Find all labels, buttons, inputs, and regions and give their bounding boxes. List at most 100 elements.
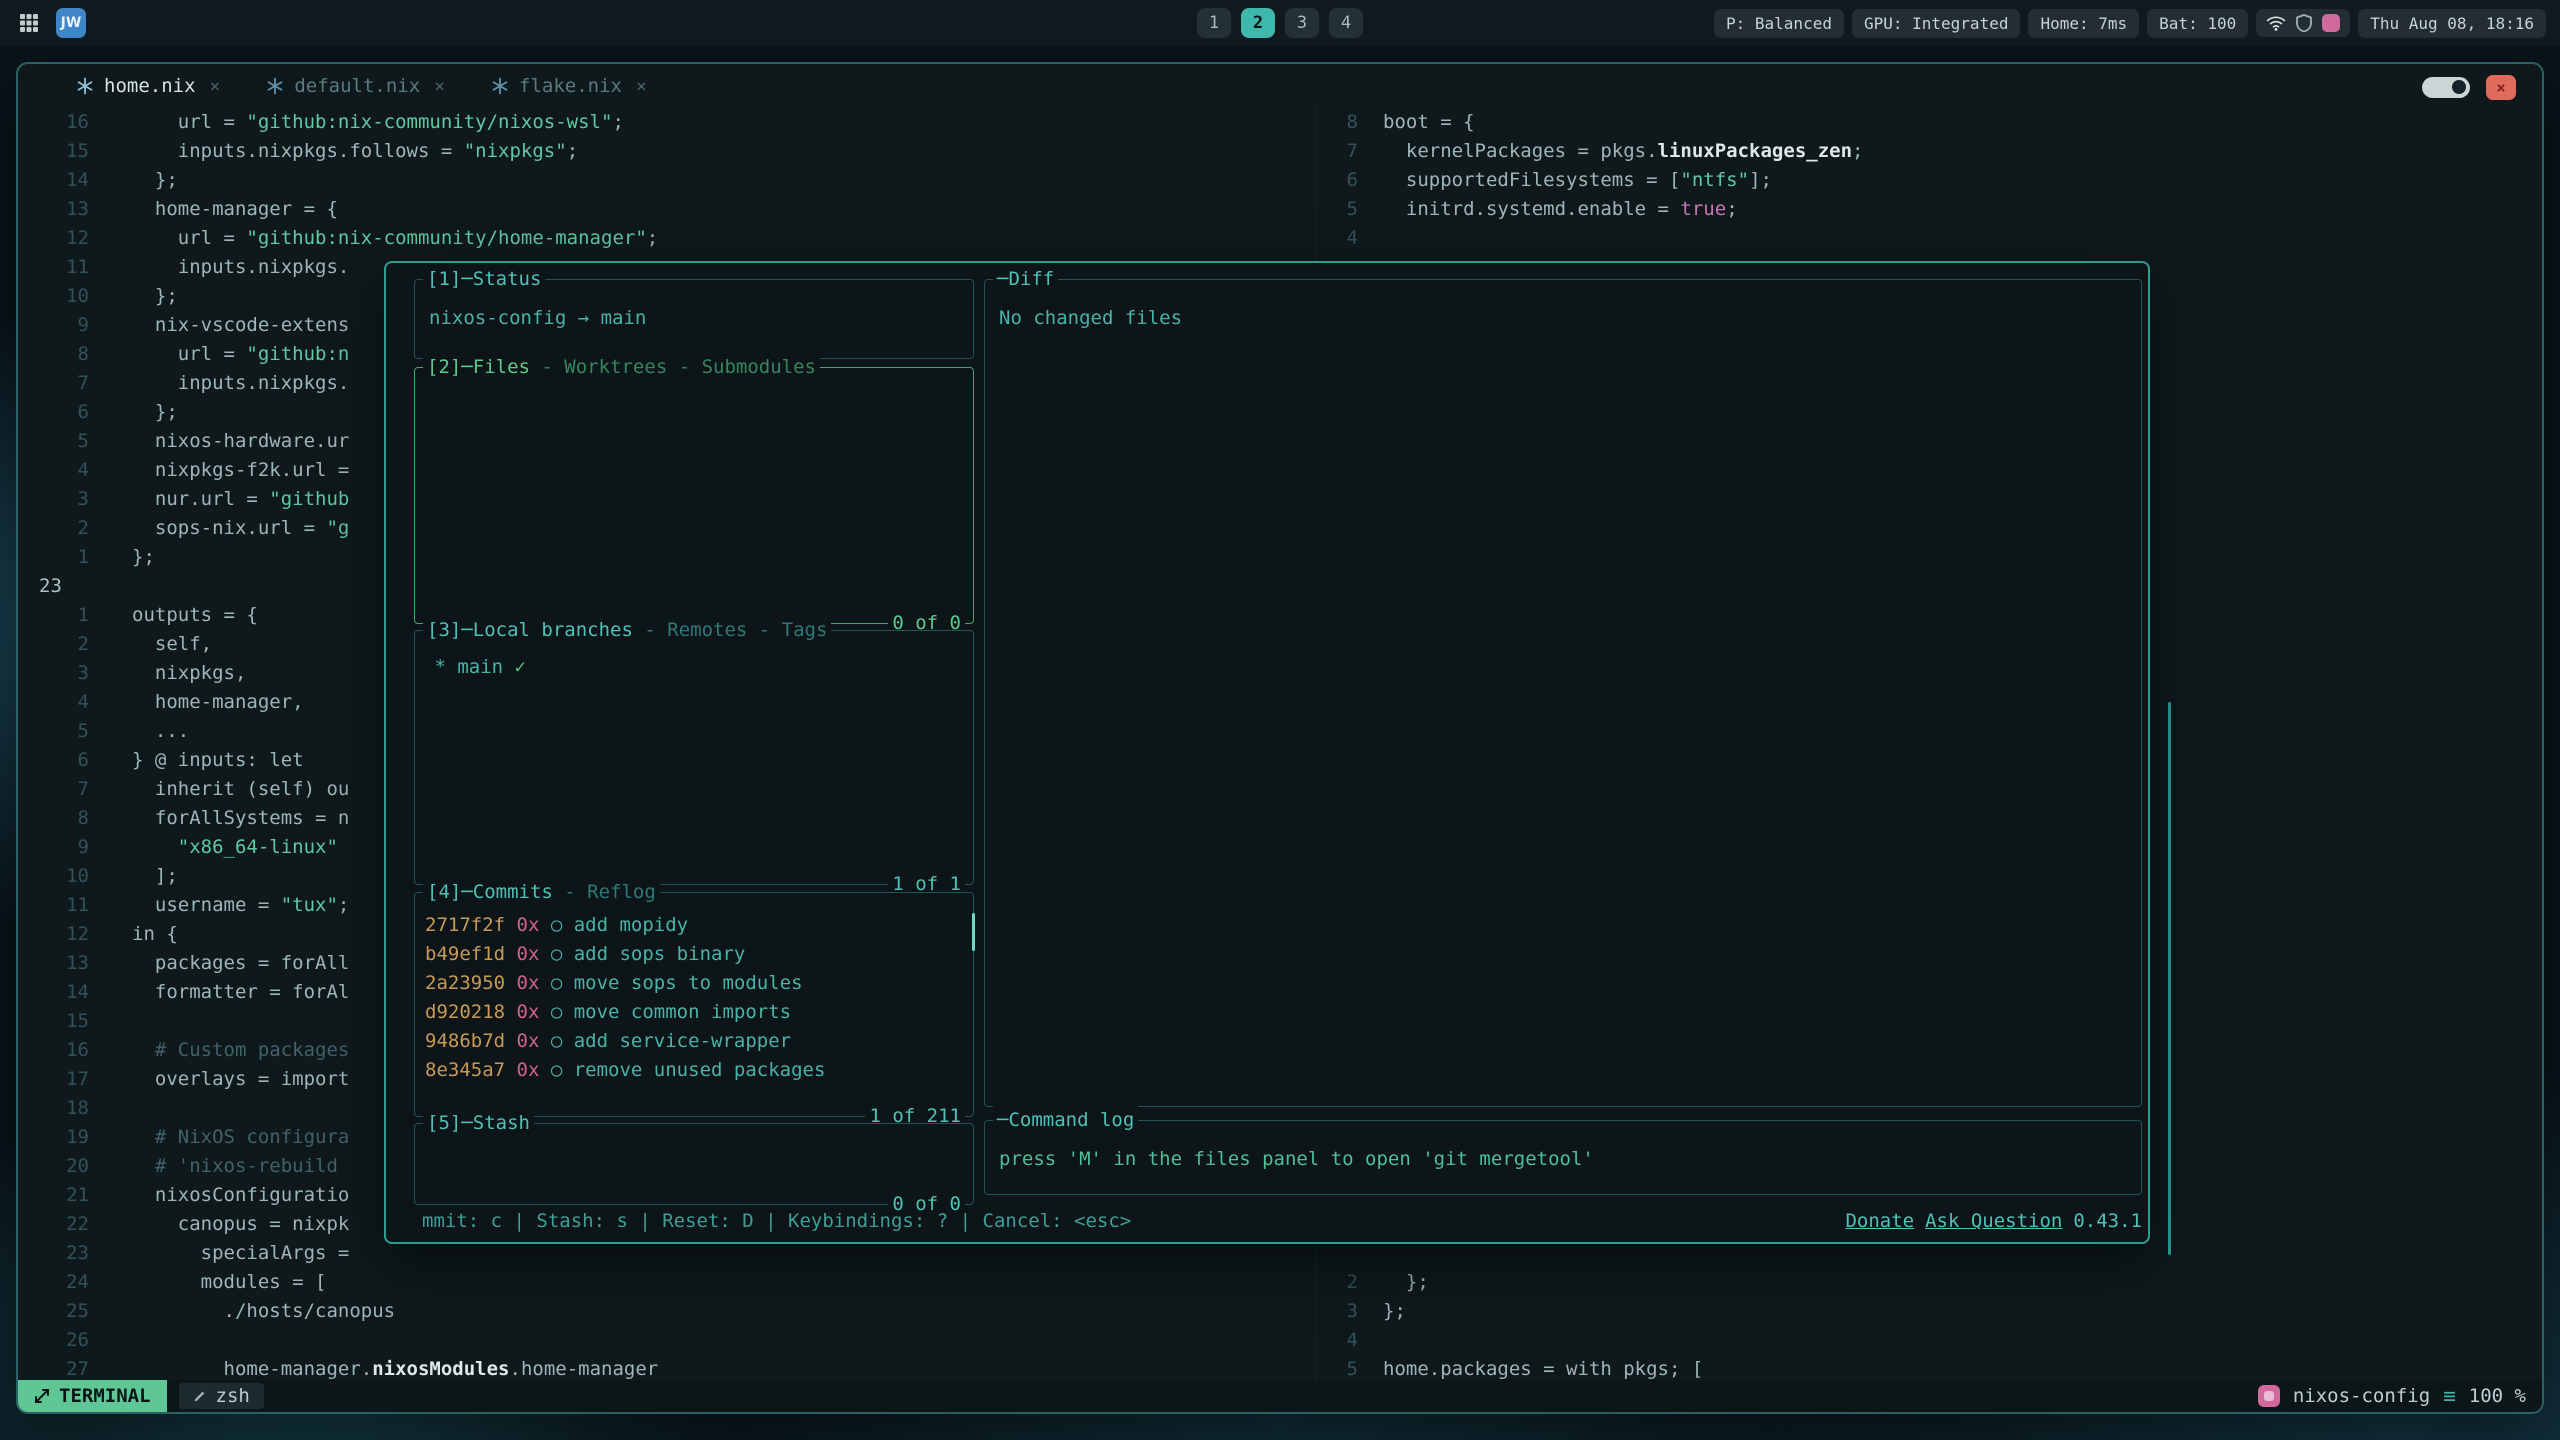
line-number: 23 [18, 1239, 89, 1268]
line-number: 12 [18, 224, 89, 253]
line-number: 7 [18, 775, 89, 804]
donate-link[interactable]: Donate [1845, 1207, 1914, 1236]
line-number: 8 [18, 804, 89, 833]
tab-label: home.nix [104, 75, 196, 97]
line-number: 15 [18, 137, 89, 166]
code-line: 3}; [1317, 1297, 2542, 1326]
commit-node-icon: ○ [551, 1059, 562, 1081]
workspace-button-1[interactable]: 1 [1197, 8, 1231, 38]
line-number: 12 [18, 920, 89, 949]
line-number: 16 [18, 108, 89, 137]
pane-scrollbar[interactable] [2168, 702, 2171, 1255]
line-number: 9 [18, 311, 89, 340]
line-number: 14 [18, 978, 89, 1007]
editor-tab-home.nix[interactable]: home.nix × [76, 75, 220, 97]
commit-row[interactable]: b49ef1d 0x ○ add sops binary [425, 940, 963, 969]
shell-tab-label: zsh [216, 1385, 250, 1407]
code-line: 27 home-manager.nixosModules.home-manage… [18, 1355, 1316, 1380]
commit-row[interactable]: 2717f2f 0x ○ add mopidy [425, 911, 963, 940]
line-number: 3 [18, 659, 89, 688]
topbar-modules: P: BalancedGPU: IntegratedHome: 7msBat: … [1714, 9, 2248, 38]
diff-panel[interactable]: ─Diff No changed files [984, 279, 2142, 1107]
commit-node-icon: ○ [551, 914, 562, 936]
code-line: 2 }; [1317, 1268, 2542, 1297]
line-number: 17 [18, 1065, 89, 1094]
commits-scrollbar[interactable] [972, 913, 975, 951]
status-module: GPU: Integrated [1852, 9, 2021, 38]
commits-panel[interactable]: [4]─Commits - Reflog 2717f2f 0x ○ add mo… [414, 892, 974, 1117]
commit-row[interactable]: d920218 0x ○ move common imports [425, 998, 963, 1027]
branch-row[interactable]: * main ✓ [423, 653, 965, 682]
code-line: 24 modules = [ [18, 1268, 1316, 1297]
line-number: 2 [1317, 1268, 1358, 1297]
line-number: 6 [1317, 166, 1358, 195]
tab-close-icon[interactable]: × [434, 76, 445, 97]
line-number: 4 [18, 688, 89, 717]
line-number: 14 [18, 166, 89, 195]
tab-label: default.nix [294, 75, 420, 97]
topbar-left: JW [14, 8, 86, 38]
line-number: 13 [18, 195, 89, 224]
line-number: 5 [1317, 195, 1358, 224]
terminal-mode-badge: TERMINAL [18, 1380, 167, 1412]
line-number: 16 [18, 1036, 89, 1065]
workspace-button-2[interactable]: 2 [1241, 8, 1275, 38]
code-line: 26 [18, 1326, 1316, 1355]
version-label: 0.43.1 [2073, 1207, 2142, 1236]
window-statusbar: TERMINAL zsh nixos-config ≡ 100 % [18, 1380, 2542, 1412]
zsh-tab[interactable]: zsh [179, 1383, 264, 1409]
command-log-panel[interactable]: ─Command log press 'M' in the files pane… [984, 1120, 2142, 1195]
editor-tab-flake.nix[interactable]: flake.nix× [491, 75, 647, 97]
status-panel[interactable]: [1]─Status nixos-config → main [414, 279, 974, 359]
recorder-icon [2322, 14, 2340, 32]
nix-snowflake-icon [76, 77, 94, 95]
line-number: 4 [1317, 224, 1358, 253]
workspaces: 1234 [1197, 8, 1363, 38]
nix-snowflake-icon [491, 77, 509, 95]
logo-badge: JW [56, 8, 86, 38]
line-number: 7 [1317, 137, 1358, 166]
window-close-button[interactable]: × [2486, 75, 2516, 100]
branches-panel[interactable]: [3]─Local branches - Remotes - Tags * ma… [414, 630, 974, 885]
line-number: 18 [18, 1094, 89, 1123]
keybindings-hint: mmit: c | Stash: s | Reset: D | Keybindi… [422, 1207, 1131, 1236]
line-number: 10 [18, 862, 89, 891]
line-number: 3 [18, 485, 89, 514]
stash-panel[interactable]: [5]─Stash 0 of 0 [414, 1123, 974, 1205]
code-line: 7 kernelPackages = pkgs.linuxPackages_ze… [1317, 137, 2542, 166]
status-panel-title: [1]─Status [423, 265, 545, 294]
code-line: 8boot = { [1317, 108, 2542, 137]
code-line: 25 ./hosts/canopus [18, 1297, 1316, 1326]
line-number: 6 [18, 746, 89, 775]
window-controls: × [2422, 75, 2516, 100]
code-line: 5home.packages = with pkgs; [ [1317, 1355, 2542, 1380]
line-number: 23 [18, 572, 89, 601]
commits-list: 2717f2f 0x ○ add mopidyb49ef1d 0x ○ add … [415, 893, 973, 1085]
workspace-button-3[interactable]: 3 [1285, 8, 1319, 38]
toggle-knob-icon [2452, 80, 2466, 94]
files-panel-title: [2]─Files - Worktrees - Submodules [423, 353, 820, 382]
commit-row[interactable]: 2a23950 0x ○ move sops to modules [425, 969, 963, 998]
commit-row[interactable]: 8e345a7 0x ○ remove unused packages [425, 1056, 963, 1085]
window-toggle[interactable] [2422, 77, 2470, 98]
right-pane-top-code: 8boot = {7 kernelPackages = pkgs.linuxPa… [1317, 108, 2542, 253]
app-launcher-icon[interactable] [14, 8, 44, 38]
line-number: 25 [18, 1297, 89, 1326]
workspace-button-4[interactable]: 4 [1329, 8, 1363, 38]
files-panel[interactable]: [2]─Files - Worktrees - Submodules 0 of … [414, 367, 974, 624]
statusbar-right: nixos-config ≡ 100 % [2258, 1384, 2542, 1408]
tray-icons [2256, 9, 2350, 37]
tab-close-icon[interactable]: × [636, 76, 647, 97]
commit-row[interactable]: 9486b7d 0x ○ add service-wrapper [425, 1027, 963, 1056]
code-line: 12 url = "github:nix-community/home-mana… [18, 224, 1316, 253]
code-line: 15 inputs.nixpkgs.follows = "nixpkgs"; [18, 137, 1316, 166]
commit-node-icon: ○ [551, 1001, 562, 1023]
branches-panel-title: [3]─Local branches - Remotes - Tags [423, 616, 831, 645]
ask-question-link[interactable]: Ask Question [1925, 1207, 2062, 1236]
editor-tab-default.nix[interactable]: default.nix × [266, 75, 445, 97]
command-log-title: ─Command log [993, 1106, 1138, 1135]
pencil-icon [193, 1389, 207, 1403]
topbar: JW 1234 P: BalancedGPU: IntegratedHome: … [0, 0, 2560, 46]
commits-panel-title: [4]─Commits - Reflog [423, 878, 660, 907]
tab-close-icon[interactable]: × [210, 76, 221, 97]
